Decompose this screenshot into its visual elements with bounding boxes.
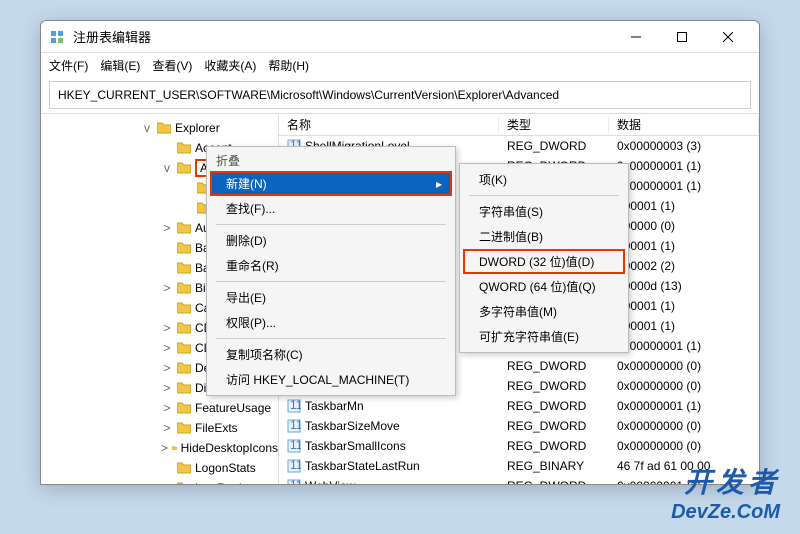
context-menu-item[interactable]: 重命名(R) [210,253,452,278]
context-menu-item[interactable]: 删除(D) [210,228,452,253]
context-menu-item[interactable]: 项(K) [463,167,625,192]
header-data[interactable]: 数据 [609,116,759,133]
svg-text:110: 110 [290,439,301,452]
context-label: 折叠 [210,150,452,171]
window-title: 注册表编辑器 [73,27,613,46]
menu-item[interactable]: 查看(V) [152,57,192,74]
context-menu-item[interactable]: QWORD (64 位)值(Q) [463,274,625,299]
tree-item[interactable]: LogonStats [41,458,278,478]
tree-item[interactable]: >LowRegistry [41,478,278,484]
svg-text:110: 110 [290,479,301,484]
menu-item[interactable]: 收藏夹(A) [204,57,256,74]
svg-text:110: 110 [290,459,301,472]
header-type[interactable]: 类型 [499,116,609,133]
context-menu-item[interactable]: 复制项名称(C) [210,342,452,367]
menu-item[interactable]: 帮助(H) [268,57,309,74]
watermark: 开发者 DevZe.CoM [671,461,780,524]
context-menu-key: 折叠新建(N)▸查找(F)... 删除(D)重命名(R) 导出(E)权限(P)...… [206,146,456,396]
separator [216,281,446,282]
list-header: 名称 类型 数据 [279,114,759,136]
svg-text:110: 110 [290,399,301,412]
separator [216,224,446,225]
menu-item[interactable]: 编辑(E) [100,57,140,74]
context-menu-item[interactable]: 访问 HKEY_LOCAL_MACHINE(T) [210,367,452,392]
address-bar[interactable]: HKEY_CURRENT_USER\SOFTWARE\Microsoft\Win… [49,81,751,109]
list-row[interactable]: 110TaskbarSmallIconsREG_DWORD0x00000000 … [279,436,759,456]
menu-item[interactable]: 文件(F) [49,57,88,74]
menubar: 文件(F) 编辑(E) 查看(V) 收藏夹(A) 帮助(H) [41,53,759,77]
titlebar: 注册表编辑器 [41,21,759,53]
context-menu-item[interactable]: 字符串值(S) [463,199,625,224]
tree-item[interactable]: >FeatureUsage [41,398,278,418]
minimize-button[interactable] [613,22,659,52]
separator [469,195,619,196]
context-menu-item[interactable]: 多字符串值(M) [463,299,625,324]
tree-item[interactable]: vExplorer [41,118,278,138]
separator [216,338,446,339]
tree-item[interactable]: >FileExts [41,418,278,438]
close-button[interactable] [705,22,751,52]
header-name[interactable]: 名称 [279,116,499,133]
context-menu-item[interactable]: 权限(P)... [210,310,452,335]
list-row[interactable]: 110TaskbarMnREG_DWORD0x00000001 (1) [279,396,759,416]
app-icon [49,29,65,45]
context-menu-item[interactable]: 二进制值(B) [463,224,625,249]
context-menu-item[interactable]: 导出(E) [210,285,452,310]
context-menu-new: 项(K) 字符串值(S)二进制值(B)DWORD (32 位)值(D)QWORD … [459,163,629,353]
maximize-button[interactable] [659,22,705,52]
list-row[interactable]: 110TaskbarSizeMoveREG_DWORD0x00000000 (0… [279,416,759,436]
context-menu-item[interactable]: DWORD (32 位)值(D) [463,249,625,274]
context-menu-item[interactable]: 可扩充字符串值(E) [463,324,625,349]
tree-item[interactable]: >HideDesktopIcons [41,438,278,458]
svg-text:110: 110 [290,419,301,432]
context-menu-item[interactable]: 查找(F)... [210,196,452,221]
context-menu-item[interactable]: 新建(N)▸ [210,171,452,196]
